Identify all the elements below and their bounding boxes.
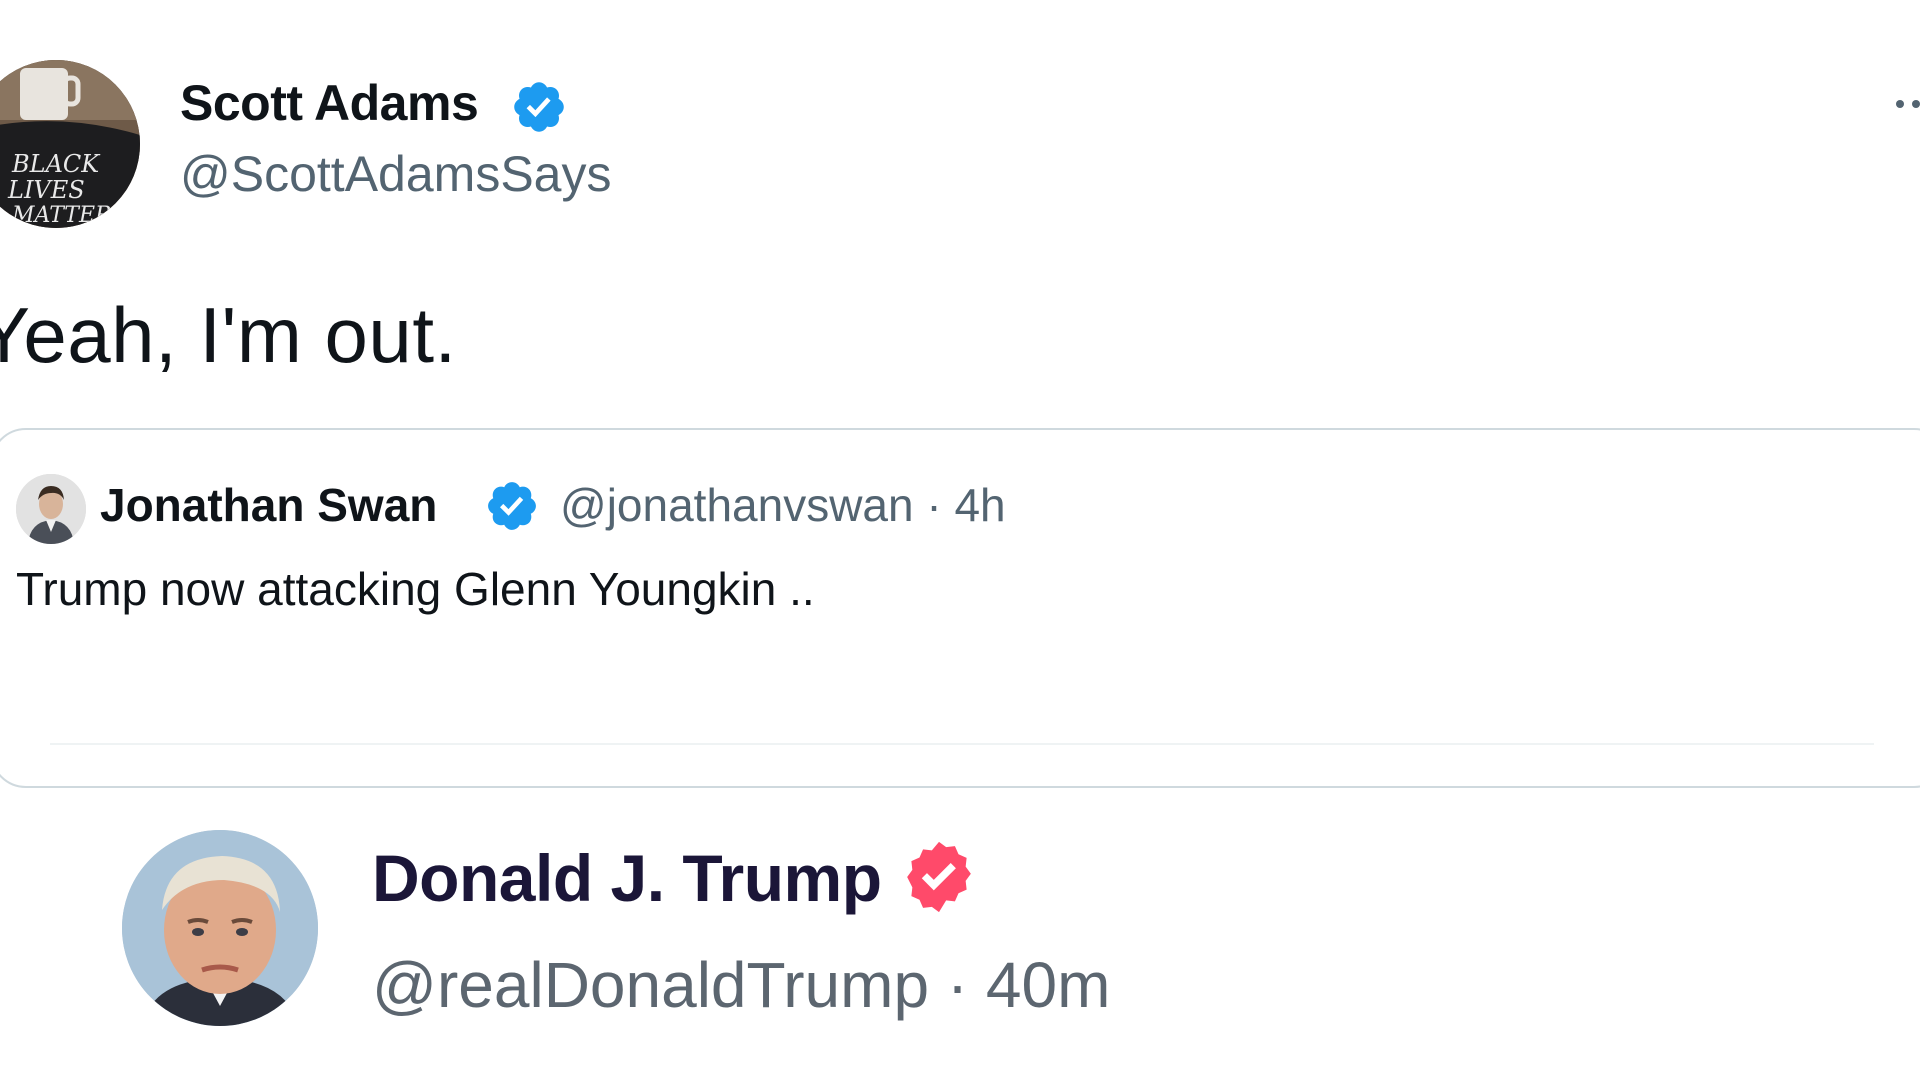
embedded-author-name[interactable]: Donald J. Trump <box>372 840 882 916</box>
author-name[interactable]: Scott Adams <box>180 74 479 132</box>
author-avatar[interactable]: BLACK LIVES MATTER <box>0 60 140 228</box>
user-avatar-icon: BLACK LIVES MATTER <box>0 60 140 228</box>
verified-badge-icon <box>514 82 564 132</box>
svg-text:LIVES: LIVES <box>7 176 85 204</box>
quoted-author-handle[interactable]: @jonathanvswan · 4h <box>560 478 1006 532</box>
user-avatar-icon <box>16 474 86 544</box>
tweet-text: Yeah, I'm out. <box>0 291 457 379</box>
more-options-icon <box>1896 100 1904 108</box>
more-options-button[interactable] <box>1880 84 1920 124</box>
quoted-author-avatar <box>16 474 86 544</box>
svg-text:MATTER: MATTER <box>11 203 112 228</box>
verified-badge-icon <box>907 841 971 913</box>
user-avatar-icon <box>122 830 318 1026</box>
quoted-author-name[interactable]: Jonathan Swan <box>100 478 437 532</box>
embedded-author-handle[interactable]: @realDonaldTrump · 40m <box>372 948 1110 1022</box>
author-handle[interactable]: @ScottAdamsSays <box>180 145 611 203</box>
embedded-author-avatar <box>122 830 318 1026</box>
more-options-icon <box>1912 100 1920 108</box>
verified-badge-icon <box>488 482 536 530</box>
section-divider <box>50 743 1874 745</box>
quoted-tweet-text: Trump now attacking Glenn Youngkin .. <box>16 563 815 615</box>
svg-text:BLACK: BLACK <box>11 150 101 178</box>
